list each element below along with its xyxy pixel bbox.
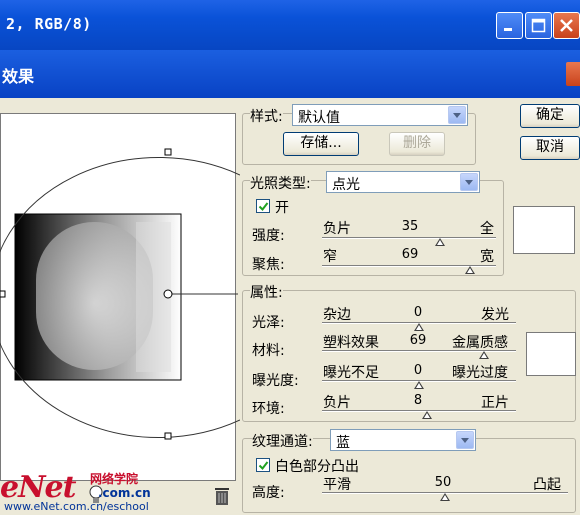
light-on-label: 开 xyxy=(275,200,289,216)
trash-icon[interactable] xyxy=(212,485,232,507)
material-max-label: 金属质感 xyxy=(452,335,508,351)
focus-max-label: 宽 xyxy=(480,249,494,265)
gloss-min-label: 杂边 xyxy=(323,307,351,323)
ambience-min-label: 负片 xyxy=(323,395,351,411)
style-select-value: 默认值 xyxy=(298,110,340,126)
chevron-down-icon xyxy=(456,431,474,449)
intensity-slider-thumb[interactable] xyxy=(435,238,445,246)
gloss-value[interactable]: 0 xyxy=(400,305,436,320)
exposure-max-label: 曝光过度 xyxy=(452,365,508,381)
texture-channel-select[interactable]: 蓝 xyxy=(330,429,476,451)
close-icon xyxy=(560,19,573,32)
intensity-value[interactable]: 35 xyxy=(390,219,430,234)
check-icon xyxy=(258,202,269,212)
texture-channel-label: 纹理通道: xyxy=(252,431,313,451)
ok-button[interactable]: 确定 xyxy=(520,104,580,128)
watermark-domain: .com.cn xyxy=(98,486,151,500)
intensity-label: 强度: xyxy=(252,228,285,244)
focus-value[interactable]: 69 xyxy=(390,247,430,262)
exposure-min-label: 曝光不足 xyxy=(323,365,379,381)
height-label: 高度: xyxy=(252,485,285,501)
focus-slider-thumb[interactable] xyxy=(465,266,475,274)
white-is-high-checkbox[interactable] xyxy=(256,458,270,472)
material-color-swatch[interactable] xyxy=(526,332,576,376)
save-style-button[interactable]: 存储... xyxy=(283,132,359,156)
gloss-slider-thumb[interactable] xyxy=(414,323,424,331)
intensity-slider[interactable] xyxy=(322,237,496,239)
light-color-swatch[interactable] xyxy=(513,206,575,254)
outer-window-title: 2, RGB/8) xyxy=(6,15,92,33)
watermark-url: www.eNet.com.cn/eschool xyxy=(4,500,149,513)
maximize-button[interactable] xyxy=(525,12,552,39)
light-circle-handle[interactable] xyxy=(0,140,240,440)
exposure-label: 曝光度: xyxy=(252,373,299,389)
height-value[interactable]: 50 xyxy=(425,475,461,490)
exposure-slider-thumb[interactable] xyxy=(414,381,424,389)
ambience-value[interactable]: 8 xyxy=(400,393,436,408)
texture-channel-value: 蓝 xyxy=(336,435,350,451)
ambience-slider[interactable] xyxy=(322,410,516,412)
height-min-label: 平滑 xyxy=(323,477,351,493)
outer-title-bar: 2, RGB/8) xyxy=(0,0,580,50)
check-icon xyxy=(258,461,269,471)
minimize-icon xyxy=(504,28,512,31)
light-type-value: 点光 xyxy=(332,177,360,193)
white-is-high-label: 白色部分凸出 xyxy=(275,459,359,475)
material-value[interactable]: 69 xyxy=(400,333,436,348)
material-label: 材料: xyxy=(252,343,285,359)
dialog-title-bar: 效果 xyxy=(0,50,580,98)
material-slider-thumb[interactable] xyxy=(479,351,489,359)
ambience-slider-thumb[interactable] xyxy=(422,411,432,419)
chevron-down-icon xyxy=(460,173,478,191)
cancel-button[interactable]: 取消 xyxy=(520,136,580,160)
material-min-label: 塑料效果 xyxy=(323,335,379,351)
chevron-down-icon xyxy=(448,106,466,124)
dialog-close-button[interactable] xyxy=(566,62,580,86)
minimize-button[interactable] xyxy=(496,12,523,39)
focus-min-label: 窄 xyxy=(323,249,337,265)
maximize-icon xyxy=(531,18,546,33)
dialog-title: 效果 xyxy=(2,67,35,86)
light-type-label: 光照类型: xyxy=(250,173,311,193)
intensity-min-label: 负片 xyxy=(323,221,351,237)
ambience-label: 环境: xyxy=(252,401,285,417)
light-type-select[interactable]: 点光 xyxy=(326,171,480,193)
gloss-label: 光泽: xyxy=(252,315,285,331)
focus-label: 聚焦: xyxy=(252,257,285,273)
height-slider-thumb[interactable] xyxy=(440,493,450,501)
style-select[interactable]: 默认值 xyxy=(292,104,468,126)
watermark-cn: 网络学院 xyxy=(90,472,139,486)
exposure-value[interactable]: 0 xyxy=(400,363,436,378)
gloss-max-label: 发光 xyxy=(481,307,509,323)
intensity-max-label: 全 xyxy=(480,221,494,237)
close-button[interactable] xyxy=(553,12,580,39)
ambience-max-label: 正片 xyxy=(481,395,509,411)
style-label: 样式: xyxy=(250,106,283,126)
properties-title: 属性: xyxy=(250,282,283,302)
height-max-label: 凸起 xyxy=(533,477,561,493)
delete-style-button[interactable]: 删除 xyxy=(389,132,445,156)
light-on-checkbox[interactable] xyxy=(256,199,270,213)
